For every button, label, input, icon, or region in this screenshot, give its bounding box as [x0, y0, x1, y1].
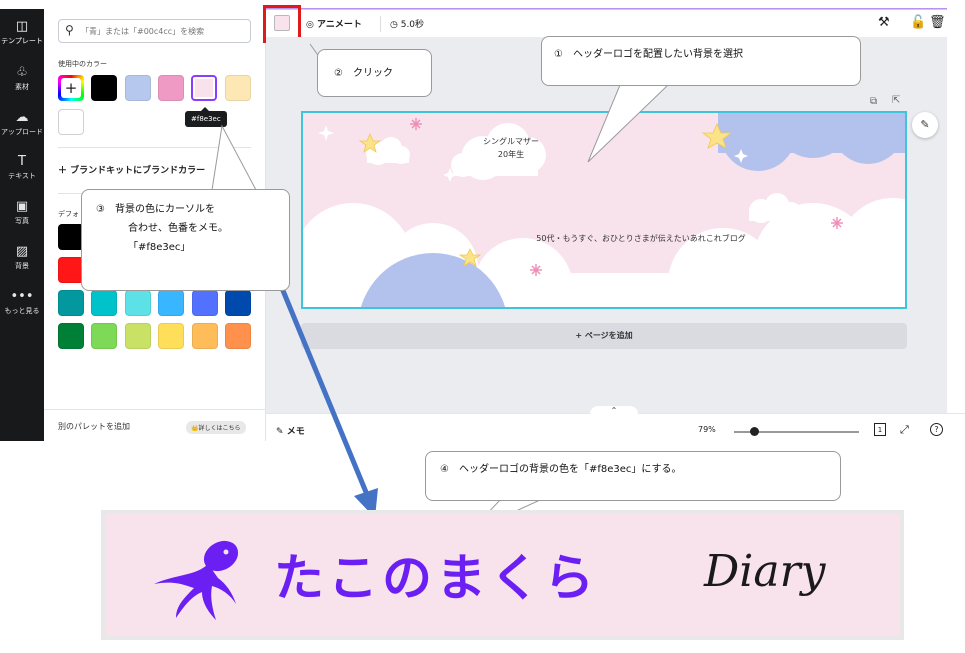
callout-step-1: ① ヘッダーロゴを配置したい背景を選択	[541, 36, 861, 86]
header-logo: たこのまくら Diary	[101, 510, 904, 640]
callout-step-3: ③ 背景の色にカーソルを 合わせ、色番をメモ。 「#f8e3ec」	[81, 189, 290, 291]
octopus-icon	[154, 540, 239, 620]
logo-script-text: Diary	[704, 546, 826, 597]
callout-step-4: ④ ヘッダーロゴの背景の色を「#f8e3ec」にする。	[425, 451, 841, 501]
callout-step-2: ② クリック	[317, 49, 432, 97]
logo-text: たこのまくら	[274, 549, 598, 607]
